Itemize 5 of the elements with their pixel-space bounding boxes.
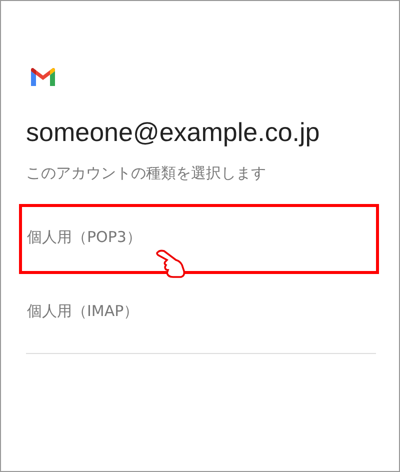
account-email: someone@example.co.jp (26, 116, 320, 148)
account-type-prompt: このアカウントの種類を選択します (26, 163, 266, 184)
account-type-option[interactable]: 個人用（IMAP） (19, 278, 379, 348)
mail-logo-icon (31, 68, 55, 86)
pointing-hand-icon (155, 249, 187, 279)
